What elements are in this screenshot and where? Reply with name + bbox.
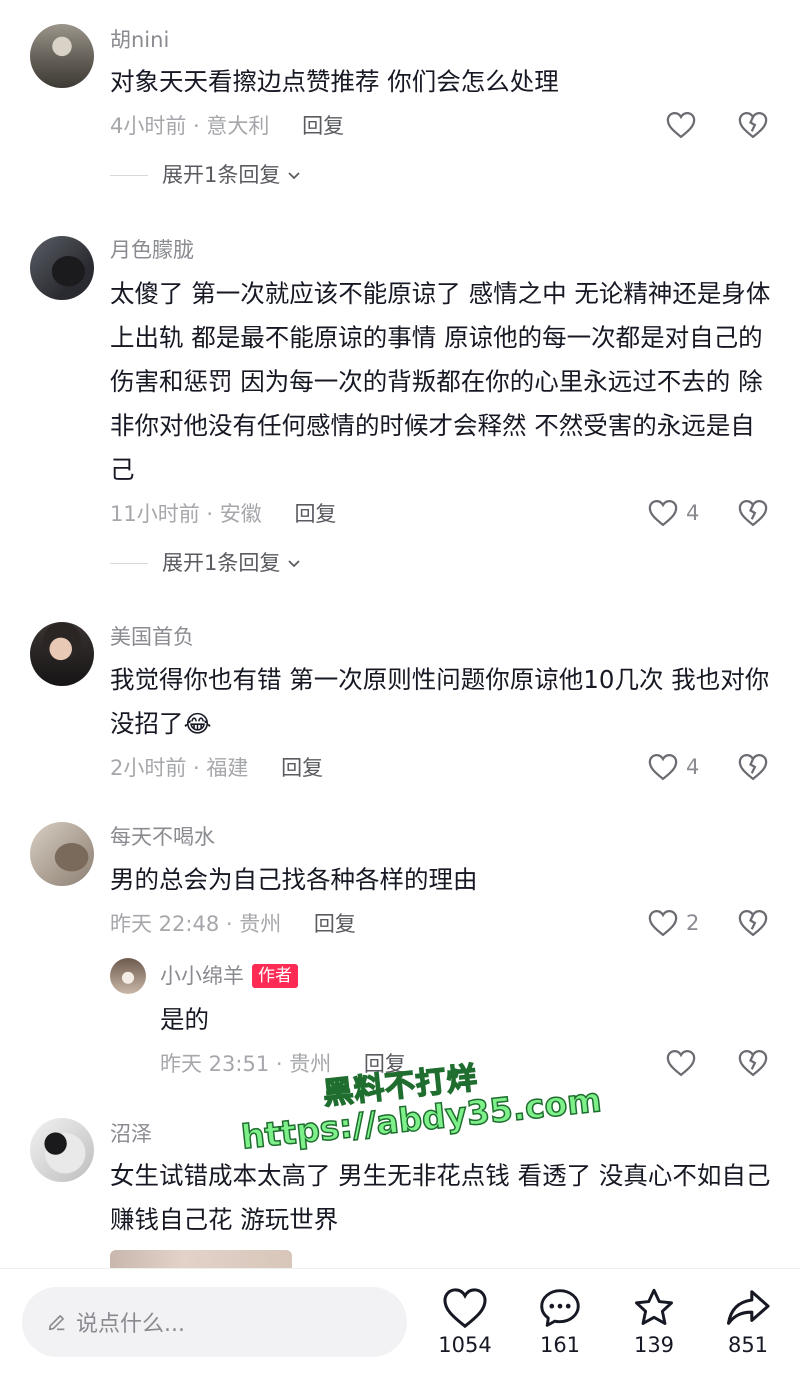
comment-time-location: 11小时前 · 安徽: [110, 502, 262, 526]
comment-meta: 11小时前 · 安徽 回复: [110, 500, 336, 528]
laughing-crying-emoji-icon: 😂: [183, 710, 212, 738]
like-button[interactable]: 4: [648, 753, 699, 781]
avatar[interactable]: [30, 236, 94, 300]
heart-icon: [666, 1049, 696, 1077]
like-count: 2: [686, 911, 700, 935]
dislike-button[interactable]: [738, 499, 768, 531]
broken-heart-icon: [738, 909, 768, 937]
reply-button[interactable]: 回复: [302, 114, 344, 138]
comment-meta: 4小时前 · 意大利 回复: [110, 112, 344, 140]
comment-meta: 2小时前 · 福建 回复: [110, 754, 323, 782]
share-button[interactable]: 851: [708, 1287, 788, 1357]
comment-text: 女生试错成本太高了 男生无非花点钱 看透了 没真心不如自己赚钱自己花 游玩世界: [110, 1161, 771, 1234]
avatar[interactable]: [30, 822, 94, 886]
dislike-button[interactable]: [738, 909, 768, 941]
like-button[interactable]: [666, 111, 696, 139]
author-badge: 作者: [252, 964, 298, 988]
comment-count-button[interactable]: 161: [520, 1287, 600, 1357]
comment-username[interactable]: 月色朦胧: [110, 236, 194, 264]
like-button[interactable]: 2: [648, 909, 699, 937]
expand-replies-button[interactable]: 展开1条回复: [110, 549, 302, 577]
comment-time-location: 4小时前 · 意大利: [110, 114, 270, 138]
heart-icon: [648, 753, 678, 781]
comment-username[interactable]: 美国首负: [110, 623, 194, 651]
avatar[interactable]: [30, 1118, 94, 1182]
comment-meta: 昨天 22:48 · 贵州 回复: [110, 910, 356, 938]
heart-icon: [648, 499, 678, 527]
reply-button[interactable]: 回复: [294, 502, 336, 526]
share-icon: [727, 1290, 770, 1325]
share-count: 851: [727, 1333, 769, 1357]
comment-username[interactable]: 沼泽: [110, 1120, 152, 1148]
favorite-count: 139: [633, 1333, 675, 1357]
reply-button[interactable]: 回复: [281, 756, 323, 780]
comment-text: 对象天天看擦边点赞推荐 你们会怎么处理: [110, 67, 559, 96]
chevron-down-icon: [288, 560, 301, 568]
heart-icon: [648, 909, 678, 937]
chevron-down-icon: [288, 172, 301, 180]
broken-heart-icon: [738, 499, 768, 527]
reply-username[interactable]: 小小绵羊 作者: [160, 962, 298, 990]
reply-avatar[interactable]: [110, 958, 146, 994]
comment-text: 男的总会为自己找各种各样的理由: [110, 865, 478, 894]
avatar[interactable]: [30, 24, 94, 88]
comment-input-placeholder: 说点什么...: [76, 1312, 185, 1337]
favorite-button[interactable]: 139: [614, 1287, 694, 1357]
like-video-button[interactable]: 1054: [425, 1287, 505, 1357]
dislike-button[interactable]: [738, 111, 768, 143]
avatar[interactable]: [30, 622, 94, 686]
heart-icon: [666, 111, 696, 139]
reply-text: 是的: [160, 1005, 209, 1034]
expand-replies-label: 展开1条回复: [162, 163, 281, 187]
broken-heart-icon: [738, 1049, 768, 1077]
comment-count: 161: [539, 1333, 581, 1357]
comment-text: 太傻了 第一次就应该不能原谅了 感情之中 无论精神还是身体上出轨 都是最不能原谅…: [110, 279, 771, 484]
expand-replies-label: 展开1条回复: [162, 551, 281, 575]
comment-username[interactable]: 胡nini: [110, 26, 169, 54]
like-count: 1054: [438, 1333, 492, 1357]
divider: [110, 562, 148, 564]
comment-text: 我觉得你也有错 第一次原则性问题你原谅他10几次 我也对你没招了😂: [110, 658, 775, 746]
dislike-button[interactable]: [738, 1049, 768, 1081]
bottom-action-bar: 说点什么... 1054 161 139 851: [0, 1268, 800, 1383]
reply-username-text: 小小绵羊: [160, 964, 244, 988]
pencil-icon: [48, 1315, 65, 1331]
comment-time-location: 2小时前 · 福建: [110, 756, 249, 780]
reply-button[interactable]: 回复: [314, 912, 356, 936]
comment-username[interactable]: 每天不喝水: [110, 823, 215, 851]
divider: [110, 174, 148, 176]
broken-heart-icon: [738, 753, 768, 781]
like-button[interactable]: 4: [648, 499, 699, 527]
like-count: 4: [686, 501, 700, 525]
star-icon: [635, 1288, 673, 1325]
like-count: 4: [686, 755, 700, 779]
heart-icon: [443, 1288, 487, 1329]
dislike-button[interactable]: [738, 753, 768, 785]
like-button[interactable]: [666, 1049, 696, 1077]
comment-icon: [540, 1289, 580, 1327]
comment-input[interactable]: 说点什么...: [22, 1287, 407, 1357]
comment-time-location: 昨天 22:48 · 贵州: [110, 912, 282, 936]
broken-heart-icon: [738, 111, 768, 139]
expand-replies-button[interactable]: 展开1条回复: [110, 161, 302, 189]
